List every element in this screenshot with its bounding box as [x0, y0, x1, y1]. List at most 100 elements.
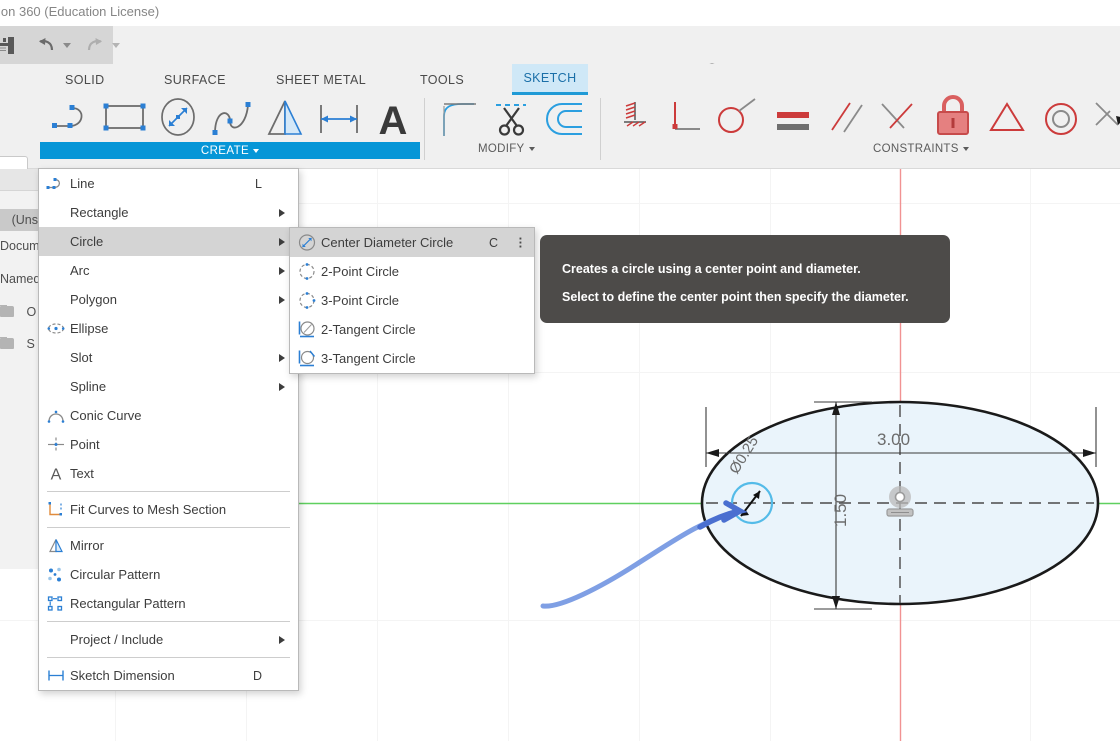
- menu-item-conic-curve[interactable]: Conic Curve: [39, 401, 298, 430]
- panel-label-create[interactable]: CREATE: [40, 142, 420, 159]
- annotation-arrow: [540, 500, 748, 609]
- horizontal-vertical-constraint-icon[interactable]: [614, 96, 656, 149]
- menu-item-line-label: Line: [70, 176, 95, 191]
- menu-item-rectangle[interactable]: Rectangle: [39, 198, 298, 227]
- redo-history-chevron-down-icon[interactable]: [112, 43, 120, 48]
- parallel-constraint-icon[interactable]: [822, 96, 868, 149]
- submenu-item-center-diameter-circle-label: Center Diameter Circle: [321, 235, 454, 250]
- collinear-constraint-icon[interactable]: [874, 96, 920, 149]
- ellipse-icon: [46, 319, 65, 338]
- sketch-dimension-icon[interactable]: [314, 95, 364, 148]
- menu-item-fit-curves-label: Fit Curves to Mesh Section: [70, 502, 227, 517]
- browser-item-named-views[interactable]: Named: [0, 272, 40, 286]
- chevron-down-icon: [528, 147, 535, 151]
- menu-item-mirror[interactable]: Mirror: [39, 531, 298, 560]
- redo-arrow-icon[interactable]: [85, 34, 109, 56]
- menu-item-line[interactable]: Line L: [39, 169, 298, 198]
- fix-lock-constraint-icon[interactable]: [930, 94, 976, 149]
- panel-label-constraints[interactable]: CONSTRAINTS: [873, 143, 969, 155]
- panel-label-constraints-text: CONSTRAINTS: [873, 143, 959, 155]
- tab-surface[interactable]: SURFACE: [154, 64, 236, 95]
- menu-item-spline-label: Spline: [70, 379, 107, 394]
- tab-solid[interactable]: SOLID: [55, 64, 115, 95]
- menu-divider: [47, 621, 290, 622]
- browser-panel[interactable]: (Uns Docum Named O S: [0, 169, 40, 569]
- fillet-icon[interactable]: [436, 96, 482, 149]
- undo-history-chevron-down-icon[interactable]: [63, 43, 71, 48]
- create-dropdown-menu[interactable]: Line L Rectangle Circle Arc Polygon Elli…: [38, 168, 299, 691]
- svg-text:A: A: [50, 467, 61, 483]
- title-strip: ion 360 (Education License): [0, 0, 1120, 26]
- menu-item-polygon[interactable]: Polygon: [39, 285, 298, 314]
- browser-root-item[interactable]: (Uns: [0, 209, 40, 231]
- menu-item-arc[interactable]: Arc: [39, 256, 298, 285]
- offset-icon[interactable]: [542, 96, 590, 149]
- perpendicular-constraint-icon[interactable]: [664, 96, 706, 149]
- menu-item-sketch-dimension-shortcut: D: [252, 668, 262, 683]
- browser-item-document-settings[interactable]: Docum: [0, 239, 40, 253]
- midpoint-constraint-icon[interactable]: [984, 96, 1030, 149]
- tab-sheet-metal[interactable]: SHEET METAL: [266, 64, 376, 95]
- symmetry-constraint-icon[interactable]: [1094, 95, 1120, 148]
- circle-icon[interactable]: [156, 95, 200, 148]
- mirror-icon[interactable]: [262, 95, 308, 148]
- submenu-item-3-tangent-circle-label: 3-Tangent Circle: [321, 351, 416, 366]
- chevron-right-icon: [279, 353, 285, 362]
- chevron-down-icon: [962, 147, 969, 151]
- submenu-item-2-tangent-circle[interactable]: 2-Tangent Circle: [290, 315, 534, 344]
- tab-tools[interactable]: TOOLS: [410, 64, 474, 95]
- submenu-item-2-point-circle[interactable]: 2-Point Circle: [290, 257, 534, 286]
- conic-curve-icon: [46, 406, 65, 425]
- circle-submenu[interactable]: Center Diameter Circle C · · · 2-Point Cir…: [289, 227, 535, 374]
- panel-divider: [424, 98, 425, 160]
- menu-item-point-label: Point: [70, 437, 100, 452]
- dimension-height-label[interactable]: 1.50: [831, 494, 851, 527]
- browser-item-sketches[interactable]: S: [0, 337, 40, 351]
- fit-curves-icon: [46, 500, 65, 519]
- text-icon[interactable]: A: [372, 94, 414, 147]
- menu-item-ellipse-label: Ellipse: [70, 321, 109, 336]
- save-icon[interactable]: [0, 33, 22, 57]
- undo-arrow-icon[interactable]: [36, 34, 60, 56]
- mirror-icon: [46, 536, 65, 555]
- browser-item-origin-label: O: [26, 305, 37, 319]
- menu-item-spline[interactable]: Spline: [39, 372, 298, 401]
- menu-item-rectangle-label: Rectangle: [70, 205, 129, 220]
- submenu-item-3-point-circle[interactable]: 3-Point Circle: [290, 286, 534, 315]
- menu-item-point[interactable]: Point: [39, 430, 298, 459]
- overflow-menu-icon[interactable]: · · ·: [519, 232, 523, 253]
- menu-item-sketch-dimension[interactable]: Sketch Dimension D: [39, 661, 298, 690]
- rectangular-pattern-icon: [46, 594, 65, 613]
- point-icon: [46, 435, 65, 454]
- menu-item-slot[interactable]: Slot: [39, 343, 298, 372]
- menu-item-ellipse[interactable]: Ellipse: [39, 314, 298, 343]
- tooltip-line-2: Select to define the center point then s…: [562, 290, 909, 305]
- tangent-constraint-icon[interactable]: [714, 95, 760, 148]
- chevron-down-icon: [253, 148, 260, 153]
- menu-item-project-include[interactable]: Project / Include: [39, 625, 298, 654]
- menu-item-mirror-label: Mirror: [70, 538, 104, 553]
- trim-scissors-icon[interactable]: [490, 95, 534, 148]
- menu-item-circular-pattern[interactable]: Circular Pattern: [39, 560, 298, 589]
- folder-icon: [0, 337, 14, 349]
- menu-item-fit-curves-to-mesh-section[interactable]: Fit Curves to Mesh Section: [39, 495, 298, 524]
- spline-icon[interactable]: [208, 95, 254, 148]
- submenu-item-3-tangent-circle[interactable]: 3-Tangent Circle: [290, 344, 534, 373]
- equal-constraint-icon[interactable]: [770, 98, 816, 147]
- menu-item-circle[interactable]: Circle: [39, 227, 298, 256]
- menu-item-text[interactable]: A Text: [39, 459, 298, 488]
- dimension-width-label[interactable]: 3.00: [877, 430, 910, 450]
- menu-item-circle-label: Circle: [70, 234, 104, 249]
- fusion360-window: ion 360 (Education License) SOLID SURFAC…: [0, 0, 1120, 741]
- browser-item-sketches-label: S: [26, 337, 35, 351]
- submenu-item-center-diameter-circle[interactable]: Center Diameter Circle C · · ·: [290, 228, 534, 257]
- menu-item-rectangular-pattern[interactable]: Rectangular Pattern: [39, 589, 298, 618]
- tab-sketch[interactable]: SKETCH: [512, 64, 588, 95]
- menu-item-polygon-label: Polygon: [70, 292, 117, 307]
- chevron-right-icon: [279, 382, 285, 391]
- menu-item-circular-pattern-label: Circular Pattern: [70, 567, 161, 582]
- browser-item-origin[interactable]: O: [0, 305, 40, 319]
- menu-item-rectangular-pattern-label: Rectangular Pattern: [70, 596, 186, 611]
- concentric-constraint-icon[interactable]: [1038, 95, 1084, 148]
- panel-label-modify[interactable]: MODIFY: [478, 143, 535, 155]
